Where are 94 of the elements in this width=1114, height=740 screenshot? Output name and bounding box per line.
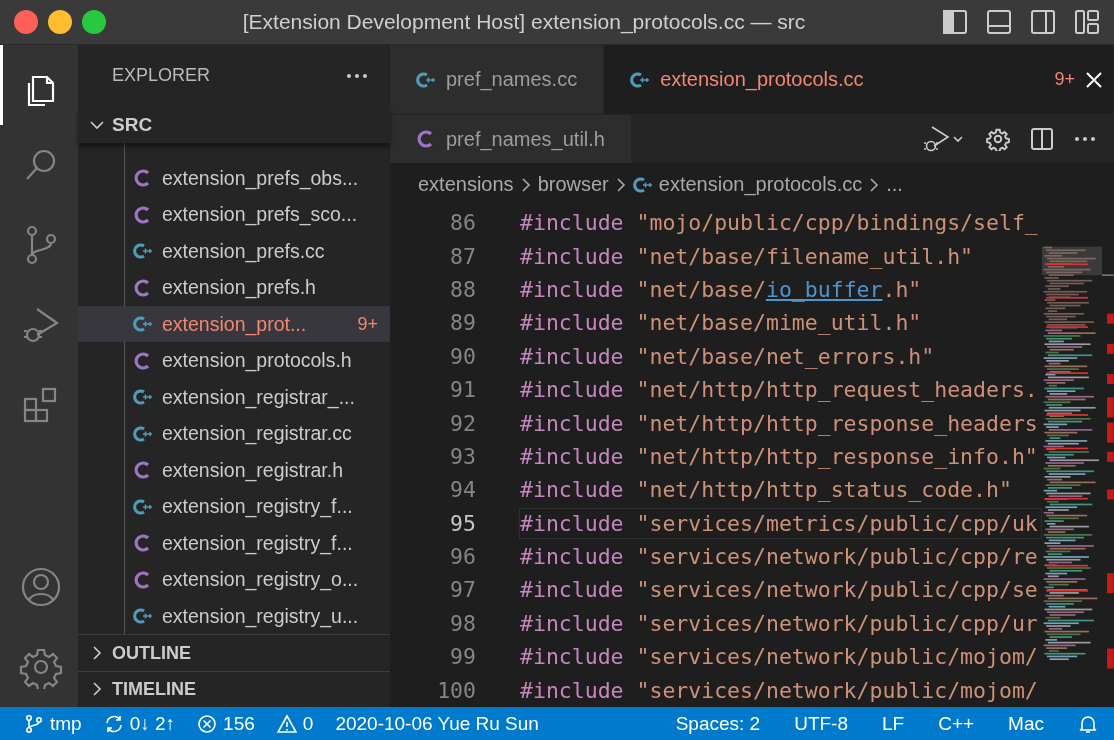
line-number: 88 bbox=[449, 276, 476, 302]
folder-label[interactable]: SRC bbox=[112, 113, 153, 136]
close-window-button[interactable] bbox=[14, 10, 38, 34]
status-item[interactable]: tmp bbox=[24, 712, 82, 735]
bell-icon bbox=[1078, 713, 1098, 734]
file-item[interactable]: extension_registry_u... bbox=[78, 597, 390, 635]
file-item[interactable]: extension_registry_o... bbox=[78, 561, 390, 598]
breadcrumb[interactable]: ... bbox=[886, 173, 903, 196]
split-layout-icon[interactable] bbox=[1030, 9, 1056, 35]
split-editor-icon[interactable] bbox=[1030, 127, 1054, 151]
file-item[interactable]: extension_prefs.h bbox=[78, 269, 390, 306]
chevron-icon bbox=[519, 175, 532, 194]
file-item[interactable]: extension_registry_f... bbox=[78, 524, 390, 562]
breadcrumb[interactable]: browser bbox=[537, 173, 609, 196]
code-line: #include "net/http/http_response_headers bbox=[519, 409, 1039, 438]
line-number: 96 bbox=[449, 544, 476, 570]
toggle-sidebar-icon[interactable] bbox=[942, 9, 968, 35]
file-item[interactable]: extension_registry_f... bbox=[78, 488, 390, 525]
status-item[interactable]: LF bbox=[882, 712, 905, 735]
status-item[interactable]: Spaces: 2 bbox=[675, 712, 761, 735]
chevron-icon bbox=[868, 175, 881, 194]
file-item[interactable]: extension_prefs_obs... bbox=[78, 159, 390, 197]
code-line: #include "net/http/http_request_headers. bbox=[519, 376, 1039, 405]
status-item[interactable]: 0↓ 2↑ bbox=[103, 712, 176, 735]
line-number: 98 bbox=[449, 610, 476, 636]
status-item[interactable]: Mac bbox=[1008, 712, 1044, 735]
breadcrumb[interactable]: extensions bbox=[418, 173, 514, 196]
line-number: 92 bbox=[449, 410, 476, 436]
minimize-window-button[interactable] bbox=[48, 10, 72, 34]
line-number: 97 bbox=[449, 577, 476, 603]
code-line: #include "net/http/http_status_code.h" bbox=[519, 476, 1013, 505]
cpp-file-icon bbox=[133, 496, 153, 517]
line-number: 86 bbox=[449, 210, 476, 236]
section-header[interactable]: TIMELINE bbox=[112, 678, 196, 700]
zoom-window-button[interactable] bbox=[82, 10, 106, 34]
line-number: 90 bbox=[449, 343, 476, 369]
customize-layout-icon[interactable] bbox=[1074, 9, 1100, 35]
sync-icon bbox=[103, 713, 124, 734]
window-title: [Extension Development Host] extension_protocols.cc — src bbox=[241, 10, 807, 34]
cpp-file-icon bbox=[133, 314, 153, 335]
line-number: 94 bbox=[449, 477, 476, 503]
code-line: #include "services/network/public/cpp/se bbox=[519, 576, 1039, 605]
error-icon bbox=[197, 713, 218, 734]
more-icon[interactable] bbox=[1074, 136, 1096, 142]
toggle-panel-icon[interactable] bbox=[986, 9, 1012, 35]
status-item[interactable]: 156 bbox=[197, 712, 255, 735]
editor-tab[interactable]: pref_names_util.h bbox=[390, 115, 632, 163]
code-line: #include "mojo/public/cpp/bindings/self_ bbox=[519, 209, 1039, 238]
code-line: #include "services/network/public/cpp/ur bbox=[519, 609, 1039, 638]
file-item[interactable]: extension_protocols.h bbox=[78, 342, 390, 379]
code-line: #include "services/network/public/mojom/ bbox=[519, 676, 1039, 705]
line-number: 95 bbox=[449, 510, 476, 536]
status-item[interactable]: UTF-8 bbox=[794, 712, 848, 735]
more-icon[interactable] bbox=[346, 72, 368, 79]
file-item[interactable]: extension_registrar.cc bbox=[78, 415, 390, 452]
code-line: #include "net/base/io_buffer.h" bbox=[519, 275, 923, 304]
file-item[interactable]: extension_registrar_... bbox=[78, 378, 390, 416]
line-number: 100 bbox=[436, 677, 476, 703]
file-item[interactable]: extension_prefs_sco... bbox=[78, 196, 390, 233]
file-item[interactable]: extension_registrar.h bbox=[78, 451, 390, 489]
warning-icon bbox=[276, 713, 297, 734]
close-icon[interactable] bbox=[1085, 70, 1103, 89]
code-line: #include "net/http/http_response_info.h" bbox=[519, 442, 1039, 471]
chevron-icon bbox=[614, 175, 627, 194]
file-item[interactable]: extension_prot... 9+ bbox=[78, 305, 390, 343]
file-item[interactable]: extension_prefs.cc bbox=[78, 232, 390, 270]
line-number: 89 bbox=[449, 310, 476, 336]
status-item[interactable]: C++ bbox=[938, 712, 975, 735]
cpp-file-icon bbox=[416, 69, 436, 90]
editor-tab[interactable]: pref_names.cc bbox=[390, 45, 605, 114]
code-line: #include "services/network/public/cpp/re bbox=[519, 543, 1039, 572]
line-number: 87 bbox=[449, 243, 476, 269]
settings-icon[interactable] bbox=[986, 127, 1010, 151]
line-number: 93 bbox=[449, 443, 476, 469]
line-number: 99 bbox=[449, 644, 476, 670]
section-header[interactable]: OUTLINE bbox=[112, 642, 191, 664]
code-line: #include "net/base/net_errors.h" bbox=[519, 342, 936, 371]
sidebar-title: EXPLORER bbox=[112, 65, 211, 87]
line-number: 91 bbox=[449, 377, 476, 403]
code-line: #include "net/base/filename_util.h" bbox=[519, 242, 975, 271]
breadcrumb[interactable]: extension_protocols.cc bbox=[658, 173, 863, 196]
editor-tab[interactable]: extension_protocols.cc 9+ bbox=[604, 45, 1114, 114]
code-line: #include "services/network/public/mojom/ bbox=[519, 643, 1039, 672]
status-item[interactable]: 0 bbox=[276, 712, 314, 735]
cpp-file-icon bbox=[133, 606, 153, 627]
cpp-file-icon bbox=[133, 387, 153, 408]
status-item[interactable]: 2020-10-06 Yue Ru Sun bbox=[335, 712, 539, 735]
run-debug-icon[interactable] bbox=[922, 124, 966, 154]
cpp-file-icon bbox=[133, 423, 153, 444]
branch-icon bbox=[24, 713, 44, 734]
cpp-file-icon bbox=[632, 174, 653, 195]
cpp-file-icon bbox=[630, 69, 651, 90]
code-line: #include "net/base/mime_util.h" bbox=[519, 309, 923, 338]
cpp-file-icon bbox=[133, 241, 153, 262]
